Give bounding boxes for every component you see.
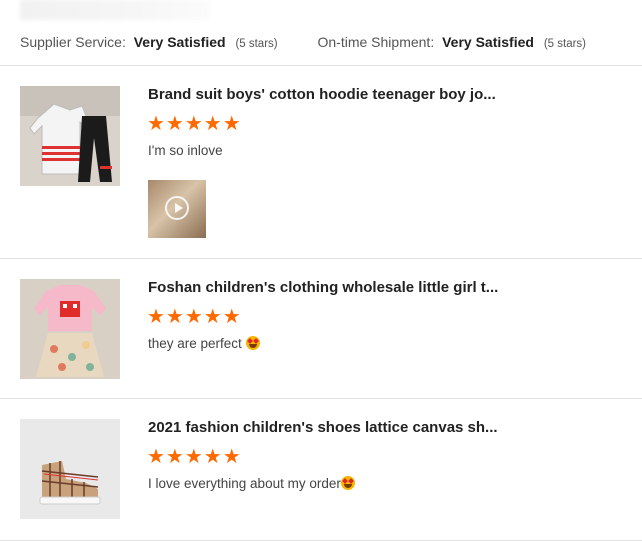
product-title[interactable]: Brand suit boys' cotton hoodie teenager … [148, 86, 496, 103]
rating-value: Very Satisfied [442, 34, 534, 50]
hoodie-jogger-set-icon [20, 86, 120, 186]
star-struck-emoji-icon [340, 476, 355, 490]
play-icon[interactable] [165, 196, 189, 220]
review-comment: I'm so inlove [148, 143, 223, 158]
product-thumbnail[interactable] [20, 279, 120, 379]
review-comment: I love everything about my order [148, 476, 355, 491]
review-item: Foshan children's clothing wholesale lit… [0, 259, 642, 399]
star-rating: ★★★★★ [147, 113, 242, 135]
rating-label: On-time Shipment: [317, 34, 435, 50]
rating-count: (5 stars) [235, 38, 278, 50]
star-rating: ★★★★★ [147, 446, 242, 468]
review-item: 2021 fashion children's shoes lattice ca… [0, 399, 642, 539]
star-rating: ★★★★★ [147, 306, 242, 328]
rating-value: Very Satisfied [133, 34, 226, 50]
star-struck-emoji-icon [245, 336, 260, 350]
product-thumbnail[interactable] [20, 86, 120, 186]
review-comment-text: I love everything about my order [148, 476, 341, 491]
plaid-canvas-sneaker-icon [20, 419, 120, 519]
supplier-ratings: Supplier Service: Very Satisfied (5 star… [20, 34, 642, 50]
divider [0, 540, 642, 541]
supplier-service-rating: Supplier Service: Very Satisfied (5 star… [20, 34, 278, 50]
review-video-thumbnail[interactable] [148, 180, 206, 238]
product-title[interactable]: Foshan children's clothing wholesale lit… [148, 279, 498, 296]
review-comment-text: they are perfect [148, 336, 246, 351]
ontime-shipment-rating: On-time Shipment: Very Satisfied (5 star… [318, 34, 587, 50]
product-thumbnail[interactable] [20, 419, 120, 519]
review-item: Brand suit boys' cotton hoodie teenager … [0, 66, 642, 238]
blurred-reviewer-name [20, 0, 210, 20]
rating-count: (5 stars) [543, 38, 586, 50]
reviews-page: Supplier Service: Very Satisfied (5 star… [0, 0, 642, 544]
pink-sweater-skirt-set-icon [20, 279, 120, 379]
product-title[interactable]: 2021 fashion children's shoes lattice ca… [148, 419, 498, 436]
rating-label: Supplier Service: [20, 34, 126, 50]
review-comment: they are perfect [148, 336, 260, 351]
